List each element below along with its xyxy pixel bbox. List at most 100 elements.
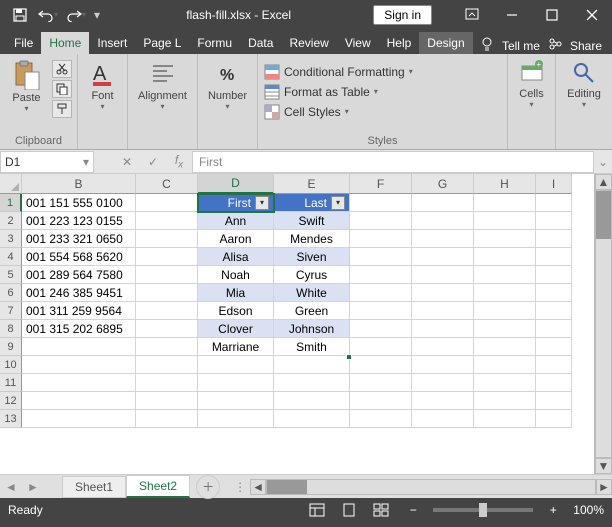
cell-C1[interactable] bbox=[136, 194, 198, 212]
view-normal-button[interactable] bbox=[305, 500, 329, 520]
font-button[interactable]: A Font▾ bbox=[82, 60, 124, 111]
cell-D4[interactable]: Alisa bbox=[198, 248, 274, 266]
tab-review[interactable]: Review bbox=[281, 32, 336, 54]
row-header-10[interactable]: 10 bbox=[0, 356, 22, 374]
expand-formula-button[interactable]: ⌄ bbox=[594, 155, 612, 169]
cut-button[interactable] bbox=[52, 60, 72, 78]
format-as-table-button[interactable]: Format as Table▾ bbox=[264, 82, 501, 102]
sheet-nav-next[interactable]: ► bbox=[22, 476, 44, 498]
view-page-break-button[interactable] bbox=[369, 500, 393, 520]
tab-design[interactable]: Design bbox=[419, 32, 472, 54]
cell-D9[interactable]: Marriane bbox=[198, 338, 274, 356]
row-header-12[interactable]: 12 bbox=[0, 392, 22, 410]
row-header-9[interactable]: 9 bbox=[0, 338, 22, 356]
sheet-nav-prev[interactable]: ◄ bbox=[0, 476, 22, 498]
qat-customize-button[interactable]: ▾ bbox=[90, 1, 104, 29]
col-header-I[interactable]: I bbox=[536, 174, 572, 194]
alignment-button[interactable]: Alignment▾ bbox=[142, 60, 184, 111]
fx-button[interactable]: fx bbox=[166, 151, 192, 173]
cancel-formula-button[interactable]: ✕ bbox=[114, 151, 140, 173]
tab-data[interactable]: Data bbox=[240, 32, 281, 54]
row-header-2[interactable]: 2 bbox=[0, 212, 22, 230]
cell-F1[interactable] bbox=[350, 194, 412, 212]
paste-button[interactable]: Paste ▾ bbox=[6, 60, 48, 113]
row-header-4[interactable]: 4 bbox=[0, 248, 22, 266]
cell-D5[interactable]: Noah bbox=[198, 266, 274, 284]
cell-E5[interactable]: Cyrus bbox=[274, 266, 350, 284]
maximize-button[interactable] bbox=[532, 0, 572, 30]
row-header-6[interactable]: 6 bbox=[0, 284, 22, 302]
close-button[interactable] bbox=[572, 0, 612, 30]
share-button[interactable]: Share bbox=[570, 39, 602, 53]
redo-button[interactable]: ▾ bbox=[62, 1, 90, 29]
cell-B1[interactable]: 001 151 555 0100 bbox=[22, 194, 136, 212]
cell-D8[interactable]: Clover bbox=[198, 320, 274, 338]
cell-E8[interactable]: Johnson bbox=[274, 320, 350, 338]
col-header-G[interactable]: G bbox=[412, 174, 474, 194]
zoom-slider[interactable] bbox=[433, 508, 533, 512]
tell-me-button[interactable]: Tell me bbox=[502, 39, 540, 53]
cell-D3[interactable]: Aaron bbox=[198, 230, 274, 248]
cell-E6[interactable]: White bbox=[274, 284, 350, 302]
zoom-level[interactable]: 100% bbox=[573, 503, 604, 517]
table-resize-handle[interactable] bbox=[346, 354, 352, 360]
tab-help[interactable]: Help bbox=[379, 32, 420, 54]
formula-input[interactable]: First bbox=[192, 151, 594, 173]
cell-B2[interactable]: 001 223 123 0155 bbox=[22, 212, 136, 230]
cell-B7[interactable]: 001 311 259 9564 bbox=[22, 302, 136, 320]
cell-B5[interactable]: 001 289 564 7580 bbox=[22, 266, 136, 284]
enter-formula-button[interactable]: ✓ bbox=[140, 151, 166, 173]
tab-home[interactable]: Home bbox=[41, 32, 89, 54]
col-header-F[interactable]: F bbox=[350, 174, 412, 194]
filter-icon[interactable] bbox=[331, 196, 345, 210]
row-header-8[interactable]: 8 bbox=[0, 320, 22, 338]
tab-page-layout[interactable]: Page L bbox=[135, 32, 189, 54]
cell-E9[interactable]: Smith bbox=[274, 338, 350, 356]
cell-D6[interactable]: Mia bbox=[198, 284, 274, 302]
cell-D7[interactable]: Edson bbox=[198, 302, 274, 320]
cell-styles-button[interactable]: Cell Styles▾ bbox=[264, 102, 501, 122]
col-header-C[interactable]: C bbox=[136, 174, 198, 194]
cell-E3[interactable]: Mendes bbox=[274, 230, 350, 248]
cell-B3[interactable]: 001 233 321 0650 bbox=[22, 230, 136, 248]
tab-insert[interactable]: Insert bbox=[89, 32, 135, 54]
copy-button[interactable] bbox=[52, 80, 72, 98]
row-header-7[interactable]: 7 bbox=[0, 302, 22, 320]
cell-B6[interactable]: 001 246 385 9451 bbox=[22, 284, 136, 302]
tab-formulas[interactable]: Formu bbox=[189, 32, 240, 54]
cell-B9[interactable] bbox=[22, 338, 136, 356]
cell-B4[interactable]: 001 554 568 5620 bbox=[22, 248, 136, 266]
tab-file[interactable]: File bbox=[6, 32, 41, 54]
col-header-E[interactable]: E bbox=[274, 174, 350, 194]
ribbon-options-button[interactable] bbox=[452, 0, 492, 30]
zoom-out-button[interactable]: − bbox=[401, 500, 425, 520]
conditional-formatting-button[interactable]: Conditional Formatting▾ bbox=[264, 62, 501, 82]
cell-B8[interactable]: 001 315 202 6895 bbox=[22, 320, 136, 338]
vertical-scrollbar[interactable]: ▲ ▼ bbox=[594, 174, 612, 474]
row-header-11[interactable]: 11 bbox=[0, 374, 22, 392]
filter-icon[interactable] bbox=[255, 196, 269, 210]
sign-in-button[interactable]: Sign in bbox=[373, 5, 432, 25]
cell-D2[interactable]: Ann bbox=[198, 212, 274, 230]
cell-D1[interactable]: First bbox=[198, 194, 274, 212]
tab-view[interactable]: View bbox=[337, 32, 379, 54]
name-box[interactable]: D1▾ bbox=[0, 151, 94, 173]
row-header-5[interactable]: 5 bbox=[0, 266, 22, 284]
row-header-3[interactable]: 3 bbox=[0, 230, 22, 248]
editing-button[interactable]: Editing▾ bbox=[563, 60, 605, 109]
col-header-D[interactable]: D bbox=[198, 174, 274, 194]
view-page-layout-button[interactable] bbox=[337, 500, 361, 520]
cells-button[interactable]: + Cells▾ bbox=[511, 60, 553, 109]
row-header-13[interactable]: 13 bbox=[0, 410, 22, 428]
format-painter-button[interactable] bbox=[52, 100, 72, 118]
cell-E2[interactable]: Swift bbox=[274, 212, 350, 230]
sheet-tab-sheet2[interactable]: Sheet2 bbox=[126, 475, 190, 498]
new-sheet-button[interactable]: ＋ bbox=[196, 475, 220, 499]
cell-E7[interactable]: Green bbox=[274, 302, 350, 320]
select-all-button[interactable] bbox=[0, 174, 22, 194]
zoom-in-button[interactable]: + bbox=[541, 500, 565, 520]
cell-E1[interactable]: Last bbox=[274, 194, 350, 212]
number-button[interactable]: % Number▾ bbox=[207, 60, 249, 111]
cell-E4[interactable]: Siven bbox=[274, 248, 350, 266]
save-button[interactable] bbox=[6, 1, 34, 29]
